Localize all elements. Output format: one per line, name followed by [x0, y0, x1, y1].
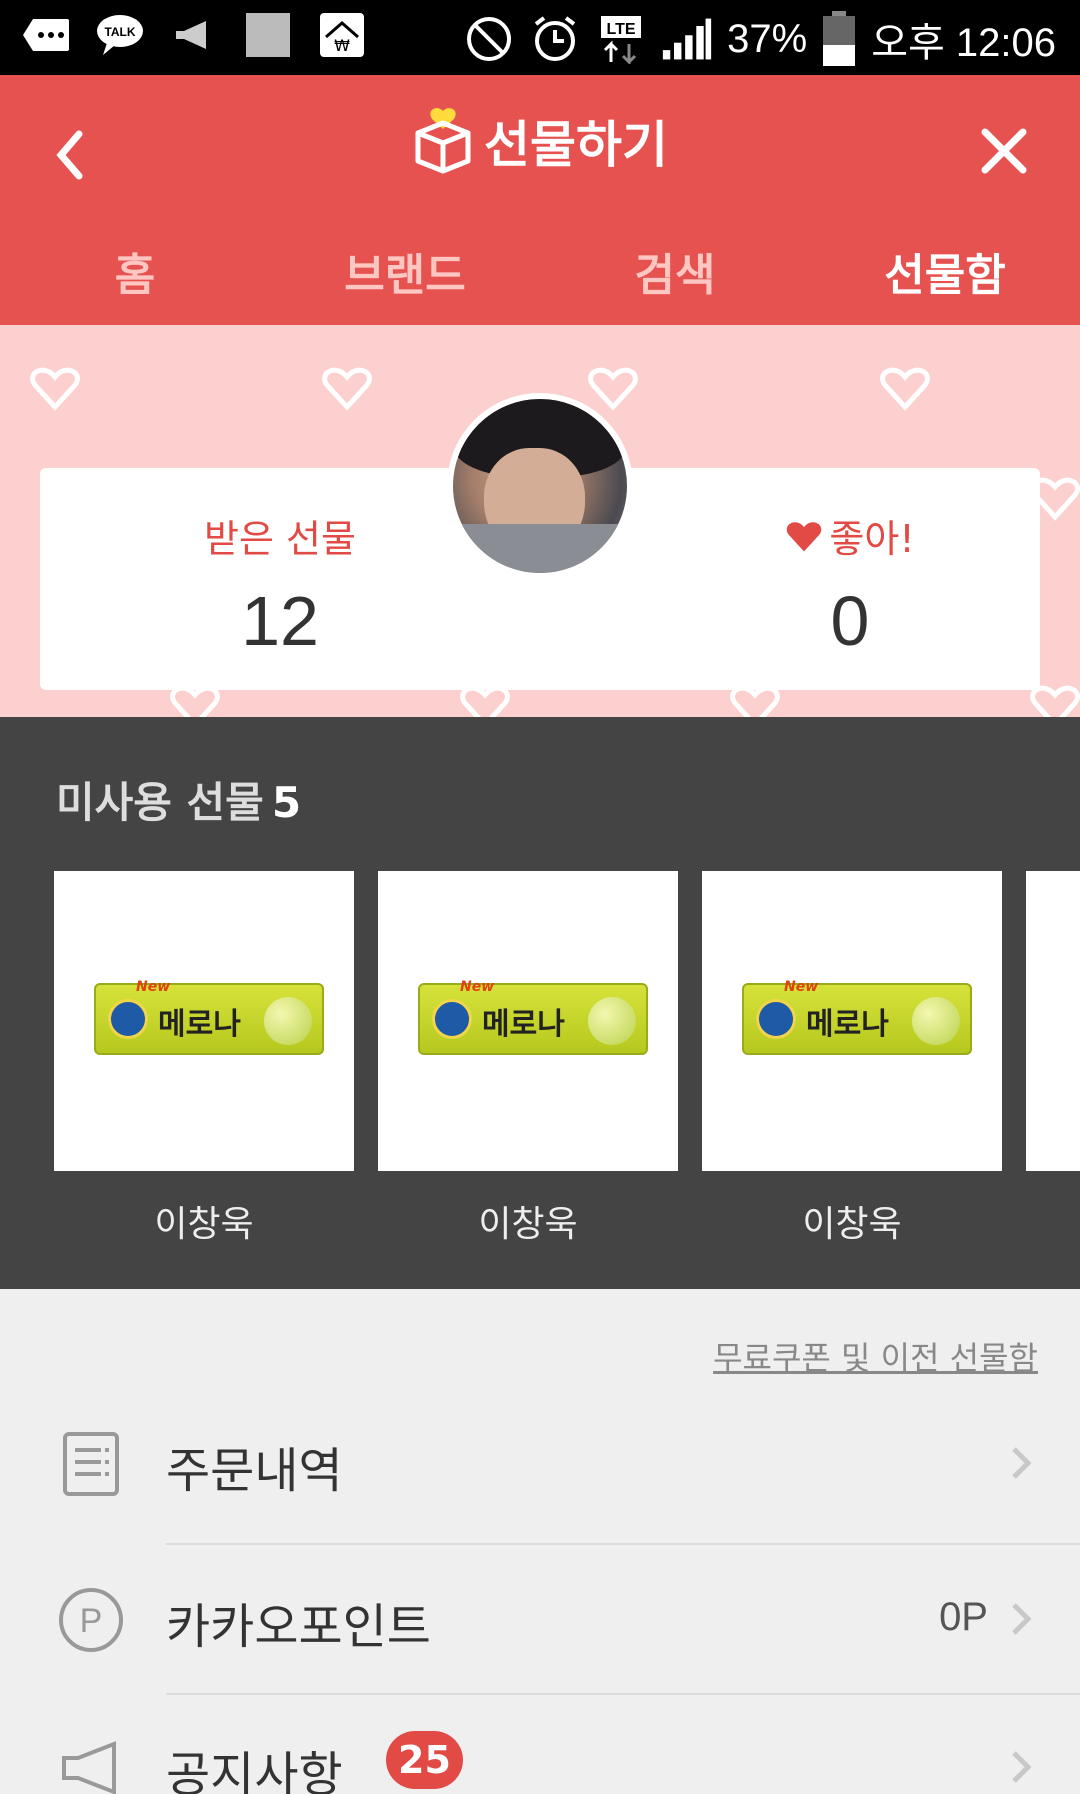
- chevron-right-icon: [1012, 1447, 1032, 1479]
- menu-section: 무료쿠폰 및 이전 선물함 주문내역 P 카카오포인트 0P 공지사항 25: [0, 1289, 1080, 1794]
- close-button[interactable]: [964, 111, 1044, 191]
- product-image: New 메로나: [742, 979, 972, 1055]
- menu-item-orders[interactable]: 주문내역: [0, 1389, 1080, 1537]
- point-icon: P: [56, 1585, 126, 1655]
- heart-decoration-icon: [322, 367, 372, 411]
- shop-icon: ₩: [316, 12, 368, 58]
- svg-text:₩: ₩: [334, 36, 350, 55]
- tab-bar: 홈 브랜드 검색 선물함: [0, 225, 1080, 325]
- menu-label: 주문내역: [166, 1443, 343, 1499]
- app-header: 선물하기 홈 브랜드 검색 선물함: [0, 75, 1080, 325]
- megaphone-icon: [168, 12, 220, 58]
- avatar[interactable]: [447, 393, 633, 579]
- menu-label: 공지사항: [166, 1747, 343, 1794]
- profile-section: 받은 선물 12 좋아! 0: [0, 325, 1080, 717]
- image-icon: [242, 12, 294, 58]
- menu-label: 카카오포인트: [166, 1599, 431, 1655]
- point-balance: 0P: [939, 1595, 988, 1639]
- megaphone-icon: [56, 1733, 126, 1794]
- svg-text:P: P: [80, 1602, 103, 1640]
- gift-thumbnail: New 메로나: [702, 871, 1002, 1171]
- svg-text:LTE: LTE: [607, 21, 636, 38]
- page-title: 선물하기: [484, 116, 668, 174]
- alarm-icon: [529, 16, 581, 62]
- battery-icon: [821, 11, 857, 66]
- kakaotalk-icon: TALK: [94, 12, 146, 58]
- gift-card[interactable]: New 메로나 이창욱: [54, 871, 354, 1247]
- free-coupon-link[interactable]: 무료쿠폰 및 이전 선물함: [713, 1333, 1038, 1379]
- likes-count: 0: [830, 582, 870, 660]
- gift-card[interactable]: New 메로나 이창욱: [702, 871, 1002, 1247]
- gift-card[interactable]: New 메로나 이창욱: [378, 871, 678, 1247]
- product-image: New 메로나: [418, 979, 648, 1055]
- gift-box-icon: [415, 108, 471, 174]
- gift-thumbnail: New 메로나: [378, 871, 678, 1171]
- more-icon: [20, 12, 72, 58]
- tab-brand[interactable]: 브랜드: [270, 225, 540, 325]
- signal-icon: [661, 16, 713, 62]
- do-not-disturb-icon: [463, 16, 515, 62]
- lte-icon: LTE: [595, 16, 647, 64]
- unused-gifts-section: 미사용 선물 5 New 메로나 이창욱 New 메로나 이창욱 New 메로나…: [0, 717, 1080, 1289]
- heart-decoration-icon: [880, 367, 930, 411]
- gift-thumbnail: New 메로나: [54, 871, 354, 1171]
- heart-decoration-icon: [30, 367, 80, 411]
- gift-sender: 이창욱: [154, 1204, 254, 1245]
- chevron-right-icon: [1012, 1603, 1032, 1635]
- heart-icon: [787, 521, 822, 552]
- likes-label: 좋아!: [829, 517, 915, 561]
- heart-decoration-icon: [588, 367, 638, 411]
- svg-text:TALK: TALK: [104, 25, 135, 39]
- close-icon: [981, 128, 1027, 174]
- receipt-icon: [56, 1429, 126, 1499]
- chevron-right-icon: [1012, 1751, 1032, 1783]
- received-gifts-count: 12: [241, 582, 319, 660]
- clock: 오후 12:06: [871, 21, 1056, 65]
- gift-sender: 이창욱: [478, 1204, 578, 1245]
- tab-home[interactable]: 홈: [0, 225, 270, 325]
- battery-percent: 37%: [727, 16, 808, 61]
- received-gifts-label: 받은 선물: [204, 517, 356, 561]
- gift-list: New 메로나 이창욱 New 메로나 이창욱 New 메로나 이창욱: [54, 871, 1080, 1247]
- unused-gifts-count: 5: [271, 778, 302, 827]
- notification-badge: 25: [386, 1731, 463, 1789]
- tab-gift-box[interactable]: 선물함: [810, 225, 1080, 325]
- menu-item-notice[interactable]: 공지사항 25: [0, 1693, 1080, 1794]
- tab-search[interactable]: 검색: [540, 225, 810, 325]
- status-bar: TALK ₩ LTE 37% 오후 12:06: [0, 0, 1080, 75]
- unused-gifts-title: 미사용 선물 5: [56, 778, 302, 827]
- product-image: New 메로나: [94, 979, 324, 1055]
- likes-stat[interactable]: 좋아! 0: [700, 508, 1000, 661]
- received-gifts-stat[interactable]: 받은 선물 12: [130, 508, 430, 661]
- menu-item-kakao-point[interactable]: P 카카오포인트 0P: [0, 1545, 1080, 1693]
- header-title-group: 선물하기: [0, 105, 1080, 177]
- gift-card-partial[interactable]: [1026, 871, 1080, 1171]
- gift-sender: 이창욱: [802, 1204, 902, 1245]
